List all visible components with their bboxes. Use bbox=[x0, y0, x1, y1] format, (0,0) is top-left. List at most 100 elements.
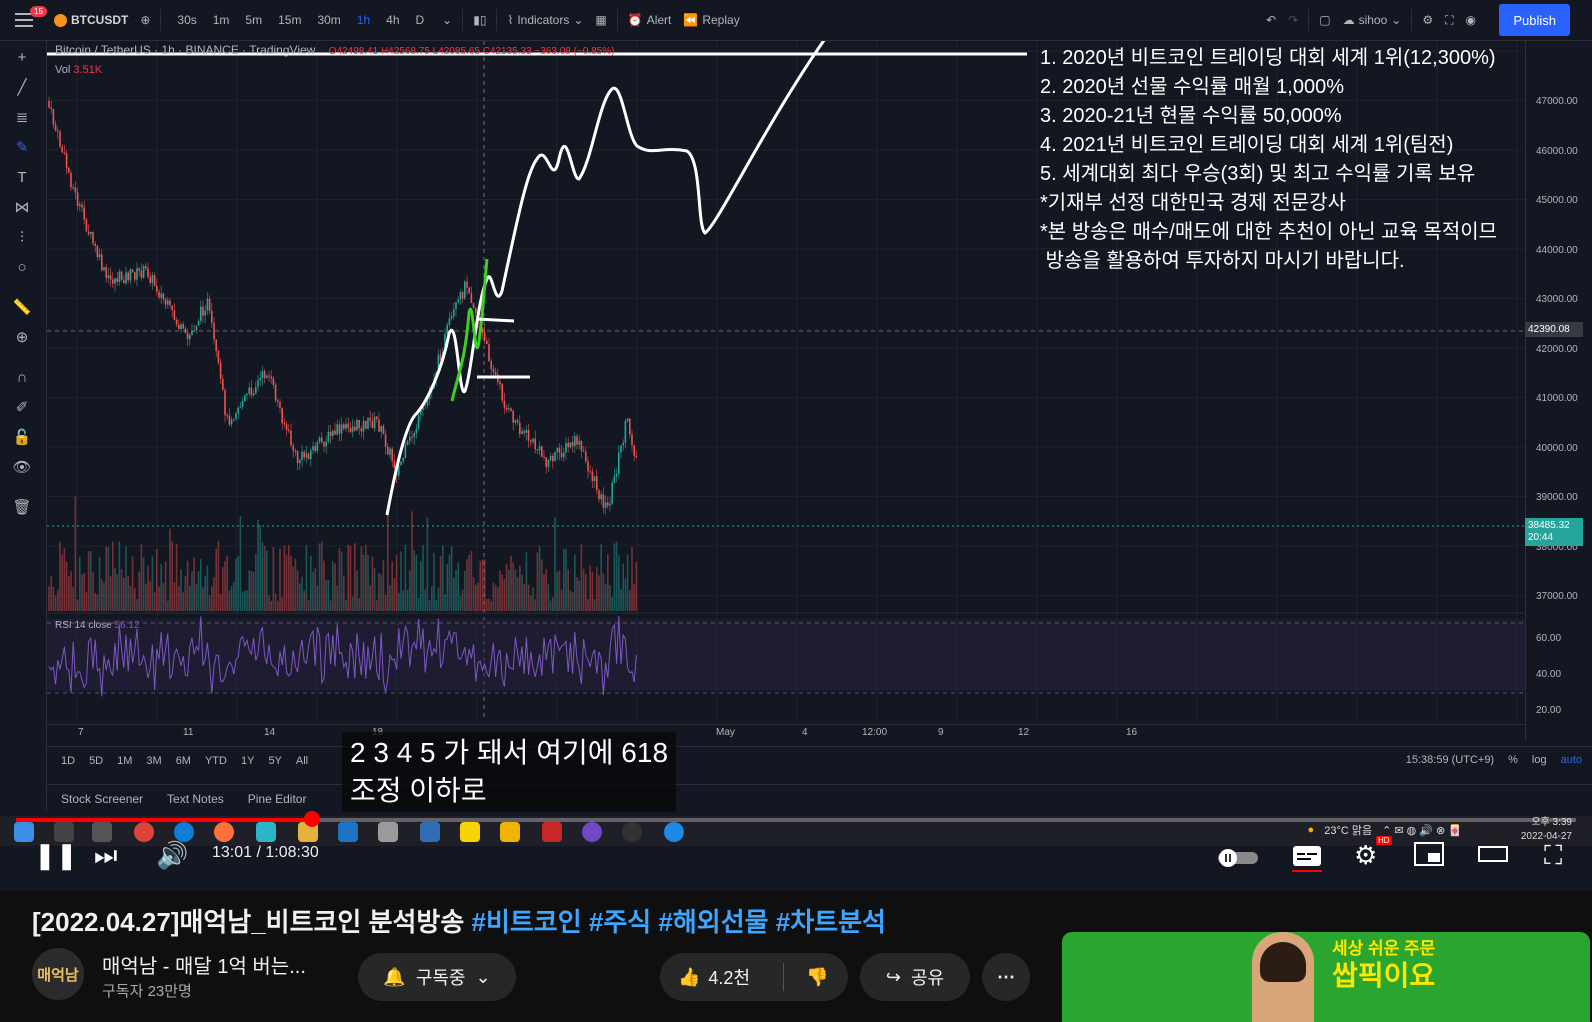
next-icon[interactable]: ⏭ bbox=[94, 842, 117, 868]
app-icon-cloud[interactable] bbox=[378, 822, 398, 842]
range-1d[interactable]: 1D bbox=[61, 755, 75, 767]
ie-icon[interactable] bbox=[338, 822, 358, 842]
indicators-button[interactable]: ⌇ Indicators ⌄ bbox=[501, 13, 589, 27]
timeframe-30s[interactable]: 30s bbox=[177, 13, 196, 27]
price-tick: 42000.00 bbox=[1536, 343, 1578, 355]
range-5y[interactable]: 5Y bbox=[268, 755, 281, 767]
sticky-notes-icon[interactable] bbox=[500, 822, 520, 842]
volume-icon[interactable]: 🔊 bbox=[156, 842, 188, 868]
hashtag-link[interactable]: #주식 bbox=[589, 907, 651, 937]
add-symbol-icon[interactable]: ⊕ bbox=[134, 13, 156, 27]
search-icon[interactable] bbox=[54, 822, 74, 842]
fib-icon[interactable]: ≣ bbox=[11, 107, 33, 129]
trash-icon[interactable]: 🗑 bbox=[11, 497, 33, 519]
user-menu[interactable]: ☁ sihoo ⌄ bbox=[1337, 13, 1408, 27]
price-tick: 37000.00 bbox=[1536, 591, 1578, 602]
windows-start-icon[interactable] bbox=[14, 822, 34, 842]
calculator-icon[interactable] bbox=[420, 822, 440, 842]
crosshair-icon[interactable]: + bbox=[11, 47, 33, 69]
layout-icon[interactable]: ▢ bbox=[1313, 13, 1336, 27]
timeframe-1m[interactable]: 1m bbox=[213, 13, 230, 27]
autoplay-toggle[interactable] bbox=[1218, 846, 1258, 872]
log-toggle[interactable]: log bbox=[1532, 754, 1547, 766]
video-player[interactable]: 15 BTCUSDT ⊕ 30s 1m 5m 15m 30m 1h 4h D ⌄ ▮▯ ⌇ In… bbox=[0, 0, 1592, 890]
hashtag-link[interactable]: #해외선물 bbox=[658, 907, 768, 937]
lock-icon[interactable]: 🔓 bbox=[11, 427, 33, 449]
undo-icon[interactable]: ↶ bbox=[1260, 13, 1282, 27]
candle-style-icon[interactable]: ▮▯ bbox=[467, 13, 492, 27]
auto-toggle[interactable]: auto bbox=[1561, 754, 1582, 766]
replay-button[interactable]: ⏪ Replay bbox=[677, 13, 745, 27]
settings-gear-icon[interactable]: ⚙ bbox=[1416, 13, 1439, 27]
obs-icon[interactable] bbox=[622, 822, 642, 842]
timeframe-30m[interactable]: 30m bbox=[317, 13, 340, 27]
ad-banner[interactable]: 세상 쉬운 주문 쌉픽이요 bbox=[1062, 932, 1590, 1022]
tray-icons[interactable]: ⌃ ✉ ◍ 🔊 ⊗ 🀄 bbox=[1382, 824, 1462, 837]
timeframe-D[interactable]: D bbox=[416, 13, 425, 27]
text-icon[interactable]: T bbox=[11, 167, 33, 189]
range-5d[interactable]: 5D bbox=[89, 755, 103, 767]
magnet-icon[interactable]: ∩ bbox=[11, 367, 33, 389]
lock-drawing-icon[interactable]: ✐ bbox=[11, 397, 33, 419]
shape-circle-icon[interactable]: ○ bbox=[11, 257, 33, 279]
tab-pine-editor[interactable]: Pine Editor bbox=[248, 792, 307, 806]
like-button[interactable]: 👍 4.2천 bbox=[660, 963, 784, 991]
pause-icon[interactable]: ❚❚ bbox=[34, 842, 78, 868]
indicators-icon: ⌇ bbox=[507, 13, 514, 27]
more-actions-button[interactable]: ⋯ bbox=[982, 953, 1030, 1001]
dislike-button[interactable]: 👎 bbox=[784, 967, 828, 988]
range-ytd[interactable]: YTD bbox=[205, 755, 227, 767]
timeframe-5m[interactable]: 5m bbox=[245, 13, 262, 27]
price-axis[interactable]: 47000.00 46000.00 45000.00 44000.00 43000.00… bbox=[1525, 41, 1592, 741]
weather-label: 23°C 맑음 bbox=[1324, 825, 1373, 837]
theater-mode-icon[interactable] bbox=[1478, 842, 1508, 870]
settings-icon[interactable]: ⚙ bbox=[1354, 842, 1377, 868]
fullscreen-icon[interactable]: ⛶ bbox=[1439, 13, 1459, 28]
app-icon-bird[interactable] bbox=[256, 822, 276, 842]
miniplayer-icon[interactable] bbox=[1414, 842, 1444, 870]
range-1m[interactable]: 1M bbox=[117, 755, 132, 767]
timeframe-1h[interactable]: 1h bbox=[357, 13, 370, 27]
cloud-icon: ☁ bbox=[1342, 13, 1355, 27]
task-view-icon[interactable] bbox=[92, 822, 112, 842]
kakaotalk-icon[interactable] bbox=[460, 822, 480, 842]
hashtag-link[interactable]: #차트분석 bbox=[776, 907, 886, 937]
layout-grid-icon[interactable]: ▦ bbox=[589, 13, 612, 27]
chevron-down-icon[interactable]: ⌄ bbox=[436, 13, 458, 27]
channel-name[interactable]: 매억남 - 매달 1억 버는... bbox=[102, 950, 306, 979]
channel-avatar[interactable]: 매억남 bbox=[32, 948, 84, 1000]
timeframe-15m[interactable]: 15m bbox=[278, 13, 301, 27]
brush-icon[interactable]: ✎ bbox=[11, 137, 33, 159]
firefox-icon[interactable] bbox=[214, 822, 234, 842]
range-3m[interactable]: 3M bbox=[146, 755, 161, 767]
hashtag-link[interactable]: #비트코인 bbox=[471, 907, 581, 937]
publish-button[interactable]: Publish bbox=[1499, 4, 1570, 36]
app-icon-red[interactable] bbox=[542, 822, 562, 842]
prediction-icon[interactable]: ⫶ bbox=[11, 227, 33, 249]
percent-toggle[interactable]: % bbox=[1508, 754, 1518, 766]
redo-icon[interactable]: ↷ bbox=[1282, 13, 1304, 27]
tab-text-notes[interactable]: Text Notes bbox=[167, 792, 224, 806]
pattern-icon[interactable]: ⋈ bbox=[11, 197, 33, 219]
trendline-icon[interactable]: ╱ bbox=[11, 77, 33, 99]
telegram-icon[interactable] bbox=[664, 822, 684, 842]
ruler-icon[interactable]: 📏 bbox=[11, 297, 33, 319]
chrome-icon[interactable] bbox=[134, 822, 154, 842]
fullscreen-icon[interactable]: ⛶ bbox=[1544, 842, 1562, 868]
range-6m[interactable]: 6M bbox=[176, 755, 191, 767]
timeframe-4h[interactable]: 4h bbox=[386, 13, 399, 27]
alert-button[interactable]: ⏰ Alert bbox=[622, 13, 678, 27]
eye-icon[interactable]: 👁 bbox=[11, 457, 33, 479]
symbol-search[interactable]: BTCUSDT bbox=[48, 13, 134, 27]
camera-icon[interactable]: ◉ bbox=[1460, 13, 1482, 27]
edge-icon[interactable] bbox=[174, 822, 194, 842]
share-button[interactable]: ↪ 공유 bbox=[860, 953, 970, 1001]
subtitles-icon[interactable] bbox=[1292, 842, 1322, 876]
subscribe-button[interactable]: 🔔 구독중 ⌄ bbox=[358, 953, 516, 1001]
range-1y[interactable]: 1Y bbox=[241, 755, 254, 767]
timezone-clock[interactable]: 15:38:59 (UTC+9) bbox=[1406, 754, 1494, 766]
zoom-icon[interactable]: ⊕ bbox=[11, 327, 33, 349]
app-icon-purple[interactable] bbox=[582, 822, 602, 842]
tab-stock-screener[interactable]: Stock Screener bbox=[61, 792, 143, 806]
range-all[interactable]: All bbox=[296, 755, 308, 767]
